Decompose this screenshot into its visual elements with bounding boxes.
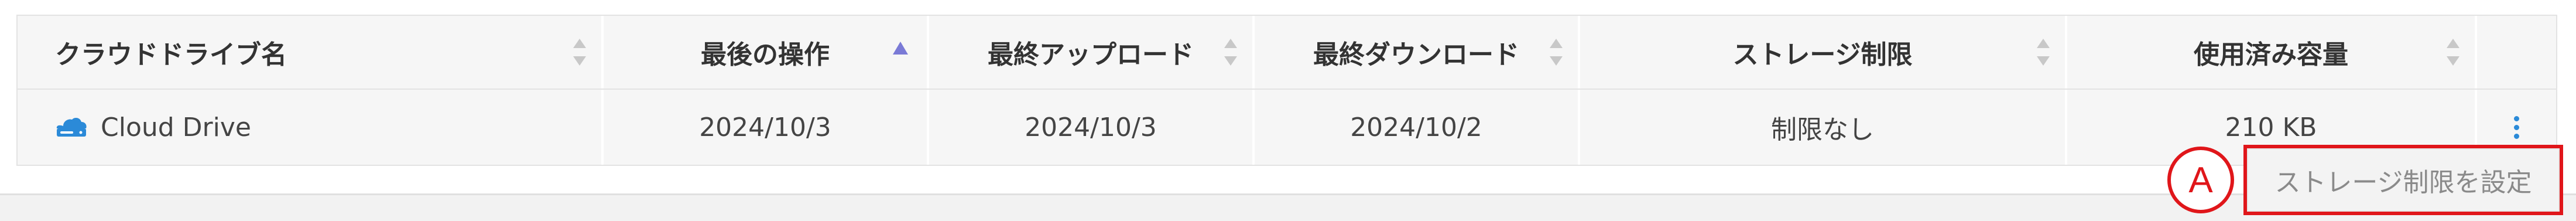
- cell-last-action: 2024/10/3: [604, 90, 929, 165]
- kebab-menu-icon[interactable]: [2508, 110, 2526, 145]
- column-header-last-download[interactable]: 最終ダウンロード: [1255, 16, 1580, 89]
- column-header-label: クラウドドライブ名: [55, 40, 287, 70]
- cell-drive-name[interactable]: Cloud Drive: [18, 90, 604, 165]
- column-header-actions: [2477, 16, 2556, 89]
- column-header-drive-name[interactable]: クラウドドライブ名: [18, 16, 604, 89]
- column-header-label: 最終ダウンロード: [1313, 40, 1519, 70]
- column-header-last-upload[interactable]: 最終アップロード: [929, 16, 1255, 89]
- cloud-drive-table: クラウドドライブ名 最後の操作 最終アップロード 最終ダウンロード ストレージ制…: [16, 15, 2557, 166]
- menu-item-set-storage-limit[interactable]: ストレージ制限を設定: [2247, 148, 2560, 212]
- cell-last-upload: 2024/10/3: [929, 90, 1255, 165]
- column-header-used-capacity[interactable]: 使用済み容量: [2067, 16, 2477, 89]
- cell-storage-limit: 制限なし: [1580, 90, 2067, 165]
- used-capacity-value: 210 KB: [2225, 112, 2317, 142]
- column-header-label: 最終アップロード: [988, 40, 1194, 70]
- sort-icon[interactable]: [573, 39, 586, 66]
- last-action-value: 2024/10/3: [699, 112, 831, 142]
- last-download-value: 2024/10/2: [1350, 112, 1482, 142]
- sort-icon[interactable]: [2447, 39, 2459, 66]
- drive-name: Cloud Drive: [101, 112, 251, 142]
- context-menu: ストレージ制限を設定: [2243, 145, 2563, 215]
- last-upload-value: 2024/10/3: [1025, 112, 1157, 142]
- storage-limit-value: 制限なし: [1771, 115, 1874, 145]
- column-header-label: 最後の操作: [701, 40, 830, 70]
- column-header-label: ストレージ制限: [1732, 40, 1913, 70]
- column-header-label: 使用済み容量: [2194, 40, 2348, 70]
- sort-icon[interactable]: [1224, 39, 1237, 66]
- column-header-last-action[interactable]: 最後の操作: [604, 16, 929, 89]
- sort-icon[interactable]: [1550, 39, 1563, 66]
- table-row[interactable]: Cloud Drive 2024/10/3 2024/10/3 2024/10/…: [18, 90, 2556, 165]
- column-header-storage-limit[interactable]: ストレージ制限: [1580, 16, 2067, 89]
- sort-ascending-icon[interactable]: [893, 42, 908, 55]
- cell-last-download: 2024/10/2: [1255, 90, 1580, 165]
- annotation-callout: A: [2167, 147, 2234, 213]
- sort-icon[interactable]: [2037, 39, 2050, 66]
- menu-item-label: ストレージ制限を設定: [2274, 168, 2532, 198]
- cloud-drive-icon: [56, 117, 87, 137]
- table-header-row: クラウドドライブ名 最後の操作 最終アップロード 最終ダウンロード ストレージ制…: [18, 16, 2556, 90]
- callout-label: A: [2188, 159, 2213, 200]
